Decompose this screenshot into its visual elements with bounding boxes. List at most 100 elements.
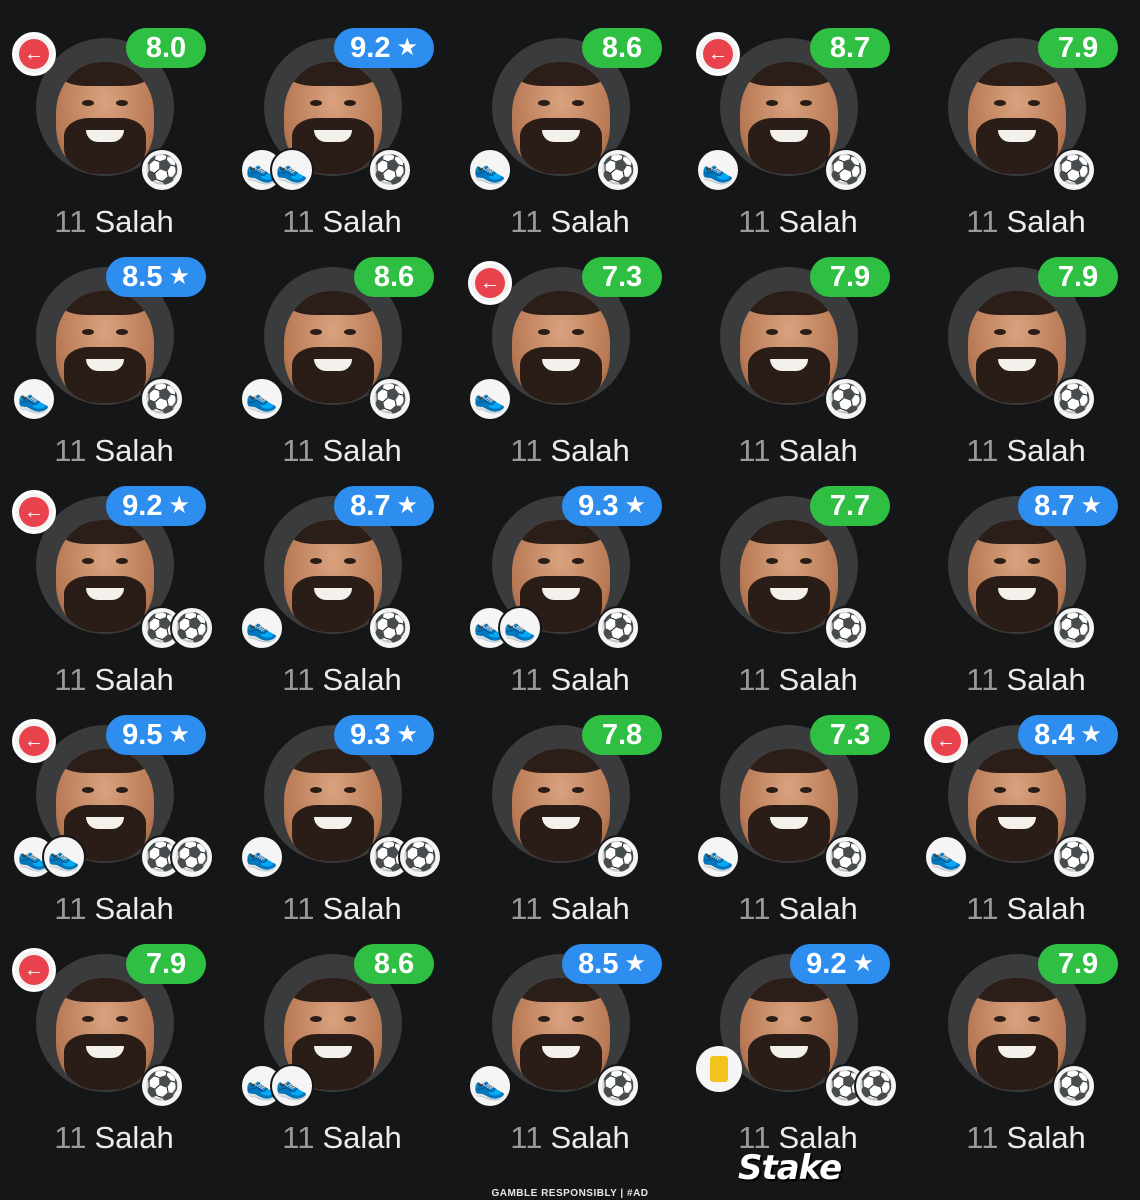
boot-icon: 👟 <box>240 835 284 879</box>
player-label: 11 Salah <box>456 891 684 927</box>
football-icon: ⚽ <box>170 835 214 879</box>
goal-icons: ⚽ <box>596 148 640 192</box>
player-card[interactable]: 7.8 ⚽ 11 Salah <box>456 715 684 944</box>
shirt-number: 11 <box>966 433 999 468</box>
player-card[interactable]: 7.7 ⚽ 11 Salah <box>684 486 912 715</box>
player-name: Salah <box>778 433 858 468</box>
boot-icon: 👟 <box>12 377 56 421</box>
star-icon: ★ <box>852 950 874 977</box>
player-card[interactable]: 7.9 ← ⚽ 11 Salah <box>0 944 228 1173</box>
player-name: Salah <box>778 662 858 697</box>
shirt-number: 11 <box>282 891 315 926</box>
player-card[interactable]: 8.7 ← 👟 ⚽ 11 Salah <box>684 28 912 257</box>
player-label: 11 Salah <box>0 204 228 240</box>
shirt-number: 11 <box>54 204 87 239</box>
player-card[interactable]: 8.5 ★ 👟 ⚽ 11 Salah <box>456 944 684 1173</box>
rating-value: 8.5 <box>122 260 163 293</box>
rating-value: 7.7 <box>829 489 871 522</box>
rating-value: 7.3 <box>829 718 871 751</box>
rating-value: 8.6 <box>601 31 643 64</box>
goal-icons: ⚽ ⚽ <box>140 835 214 879</box>
rating-value: 8.5 <box>578 947 619 980</box>
goal-icons: ⚽ <box>596 835 640 879</box>
player-card[interactable]: 7.3 👟 ⚽ 11 Salah <box>684 715 912 944</box>
shirt-number: 11 <box>510 662 543 697</box>
player-card[interactable]: 8.7 ★ 👟 ⚽ 11 Salah <box>228 486 456 715</box>
rating-badge: 8.6 <box>354 257 434 297</box>
substitution-arrow-icon: ← <box>468 261 512 305</box>
rating-value: 9.3 <box>350 718 391 751</box>
player-card[interactable]: 8.7 ★ ⚽ 11 Salah <box>912 486 1140 715</box>
football-icon: ⚽ <box>596 148 640 192</box>
player-card[interactable]: 7.9 ⚽ 11 Salah <box>912 257 1140 486</box>
football-icon: ⚽ <box>1052 377 1096 421</box>
rating-badge: 7.9 <box>810 257 890 297</box>
rating-value: 7.9 <box>829 260 871 293</box>
rating-badge: 8.7 ★ <box>1018 486 1118 526</box>
player-card[interactable]: 9.5 ★ ← 👟 👟 ⚽ ⚽ 11 Salah <box>0 715 228 944</box>
player-label: 11 Salah <box>912 891 1140 927</box>
player-label: 11 Salah <box>228 891 456 927</box>
player-label: 11 Salah <box>456 1120 684 1156</box>
football-icon: ⚽ <box>596 1064 640 1108</box>
player-card[interactable]: 9.3 ★ 👟 ⚽ ⚽ 11 Salah <box>228 715 456 944</box>
football-icon: ⚽ <box>398 835 442 879</box>
shirt-number: 11 <box>54 1120 87 1155</box>
goal-icons: ⚽ <box>824 606 868 650</box>
shirt-number: 11 <box>738 433 771 468</box>
player-card[interactable]: 8.5 ★ 👟 ⚽ 11 Salah <box>0 257 228 486</box>
rating-badge: 9.3 ★ <box>562 486 662 526</box>
footer: Stake GAMBLE RESPONSIBLY | #AD <box>0 1148 1140 1200</box>
assist-icons: 👟 👟 <box>12 835 86 879</box>
player-card[interactable]: 8.6 👟 ⚽ 11 Salah <box>456 28 684 257</box>
goal-icons: ⚽ <box>368 606 412 650</box>
player-card[interactable]: 7.3 ← 👟 11 Salah <box>456 257 684 486</box>
player-card[interactable]: 8.6 👟 ⚽ 11 Salah <box>228 257 456 486</box>
football-icon: ⚽ <box>1052 148 1096 192</box>
player-card[interactable]: 7.9 ⚽ 11 Salah <box>912 28 1140 257</box>
assist-icons: 👟 <box>468 148 512 192</box>
shirt-number: 11 <box>510 891 543 926</box>
substitution-arrow-icon: ← <box>12 32 56 76</box>
star-icon: ★ <box>624 492 646 519</box>
football-icon: ⚽ <box>1052 1064 1096 1108</box>
player-card[interactable]: 9.3 ★ 👟 👟 ⚽ 11 Salah <box>456 486 684 715</box>
rating-badge: 9.2 ★ <box>790 944 890 984</box>
player-card[interactable]: 9.2 ★ ⚽ ⚽ 11 Salah <box>684 944 912 1173</box>
rating-value: 9.2 <box>806 947 847 980</box>
rating-badge: 7.9 <box>1038 257 1118 297</box>
football-icon: ⚽ <box>140 148 184 192</box>
football-icon: ⚽ <box>1052 606 1096 650</box>
player-label: 11 Salah <box>684 891 912 927</box>
player-name: Salah <box>550 433 630 468</box>
player-label: 11 Salah <box>912 204 1140 240</box>
substitution-arrow-icon: ← <box>12 948 56 992</box>
shirt-number: 11 <box>738 891 771 926</box>
rating-badge: 7.7 <box>810 486 890 526</box>
player-card[interactable]: 8.0 ← ⚽ 11 Salah <box>0 28 228 257</box>
player-card[interactable]: 9.2 ★ 👟 👟 ⚽ 11 Salah <box>228 28 456 257</box>
shirt-number: 11 <box>510 433 543 468</box>
substitution-arrow-icon: ← <box>924 719 968 763</box>
shirt-number: 11 <box>54 662 87 697</box>
player-card[interactable]: 7.9 ⚽ 11 Salah <box>684 257 912 486</box>
player-name: Salah <box>94 204 174 239</box>
player-label: 11 Salah <box>684 433 912 469</box>
boot-icon: 👟 <box>42 835 86 879</box>
rating-value: 8.7 <box>350 489 391 522</box>
football-icon: ⚽ <box>596 835 640 879</box>
assist-icons: 👟 <box>12 377 56 421</box>
goal-icons: ⚽ <box>1052 377 1096 421</box>
football-icon: ⚽ <box>140 1064 184 1108</box>
boot-icon: 👟 <box>240 377 284 421</box>
player-card[interactable]: 8.4 ★ ← 👟 ⚽ 11 Salah <box>912 715 1140 944</box>
player-card[interactable]: 7.9 ⚽ 11 Salah <box>912 944 1140 1173</box>
boot-icon: 👟 <box>240 606 284 650</box>
player-card[interactable]: 8.6 👟 👟 11 Salah <box>228 944 456 1173</box>
player-card[interactable]: 9.2 ★ ← ⚽ ⚽ 11 Salah <box>0 486 228 715</box>
assist-icons: 👟 👟 <box>240 1064 314 1108</box>
rating-value: 9.5 <box>122 718 163 751</box>
football-icon: ⚽ <box>170 606 214 650</box>
boot-icon: 👟 <box>468 148 512 192</box>
player-name: Salah <box>94 662 174 697</box>
